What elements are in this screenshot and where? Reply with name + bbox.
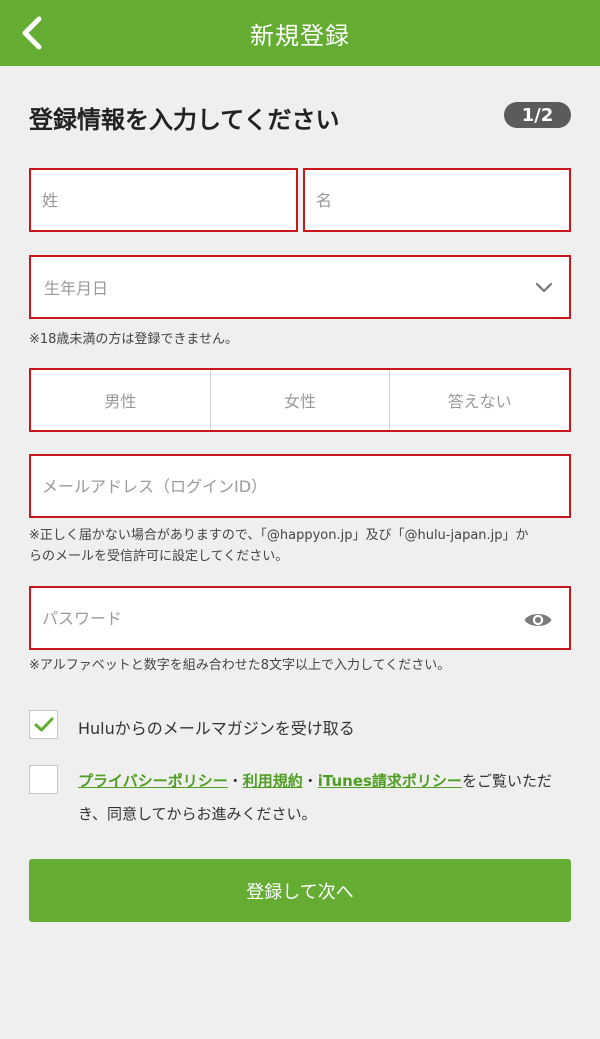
- itunes-billing-policy-link[interactable]: iTunes請求ポリシー: [318, 772, 462, 790]
- terms-separator: ・: [227, 772, 243, 790]
- password-note: ※アルファベットと数字を組み合わせた8文字以上で入力してください。: [29, 658, 451, 673]
- form-heading: 登録情報を入力してください: [29, 106, 340, 134]
- chevron-down-icon: [535, 282, 553, 293]
- eye-icon[interactable]: [523, 610, 553, 630]
- password-field[interactable]: [29, 586, 571, 650]
- birthdate-note: ※18歳未満の方は登録できません。: [29, 332, 239, 347]
- last-name-input[interactable]: [31, 170, 296, 230]
- gender-option-male[interactable]: 男性: [31, 370, 210, 430]
- newsletter-checkbox[interactable]: [29, 710, 58, 739]
- gender-selector: 男性 女性 答えない: [29, 368, 571, 432]
- email-field[interactable]: [29, 454, 571, 518]
- step-indicator-badge: 1/2: [504, 102, 571, 128]
- email-note-line2: らのメールを受信許可に設定してください。: [29, 549, 289, 564]
- privacy-policy-link[interactable]: プライバシーポリシー: [78, 772, 228, 790]
- password-input[interactable]: [31, 588, 569, 648]
- first-name-input[interactable]: [305, 170, 569, 230]
- terms-agree-checkbox[interactable]: [29, 765, 58, 794]
- register-next-button[interactable]: 登録して次へ: [29, 859, 571, 922]
- terms-separator: ・: [302, 772, 318, 790]
- first-name-field[interactable]: [303, 168, 571, 232]
- gender-option-no-answer[interactable]: 答えない: [389, 370, 569, 430]
- terms-agreement-text: プライバシーポリシー・利用規約・iTunes請求ポリシーをご覧いただ き、同意して…: [78, 765, 558, 831]
- app-header: 新規登録: [0, 0, 600, 66]
- back-button[interactable]: [12, 13, 52, 53]
- email-note-line1: ※正しく届かない場合がありますので、「@happyon.jp」及び「@hulu-…: [29, 528, 529, 543]
- terms-of-use-link[interactable]: 利用規約: [243, 772, 303, 790]
- last-name-field[interactable]: [29, 168, 298, 232]
- terms-text-line2: き、同意してからお進みください。: [78, 805, 317, 823]
- birthdate-placeholder: 生年月日: [44, 279, 109, 298]
- gender-option-female[interactable]: 女性: [209, 370, 390, 430]
- checkmark-icon: [34, 717, 53, 731]
- terms-text-line1: をご覧いただ: [461, 772, 552, 790]
- newsletter-label[interactable]: Huluからのメールマガジンを受け取る: [78, 715, 355, 739]
- chevron-left-icon: [22, 16, 42, 50]
- birthdate-select[interactable]: 生年月日: [29, 255, 571, 319]
- email-input[interactable]: [31, 456, 569, 516]
- page-header-title: 新規登録: [250, 21, 350, 50]
